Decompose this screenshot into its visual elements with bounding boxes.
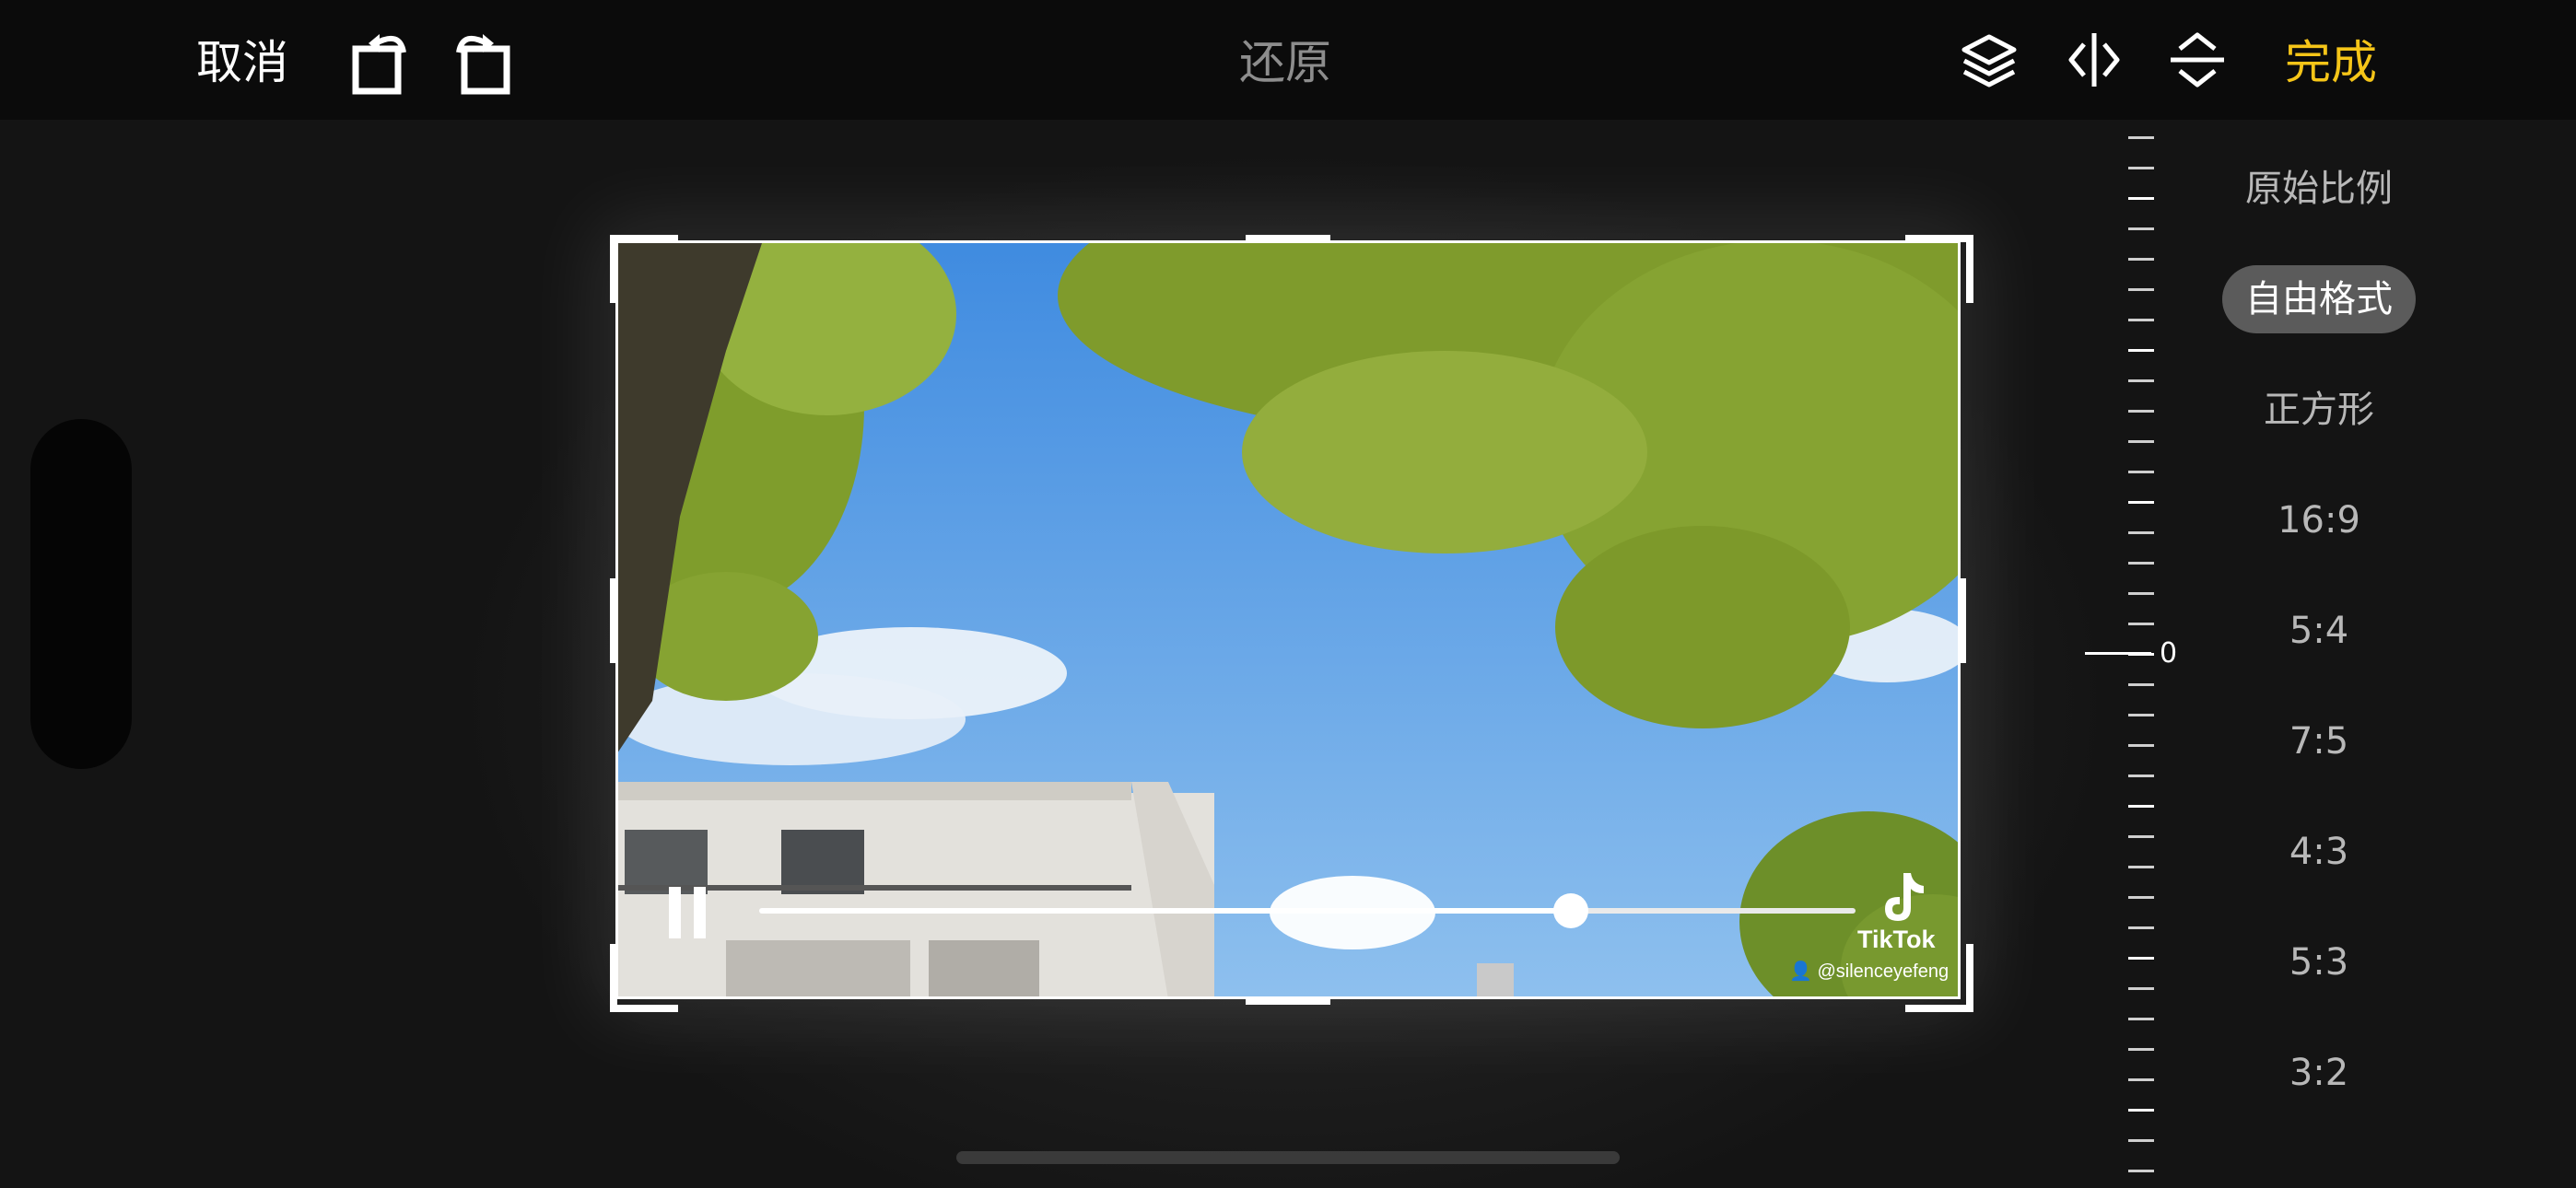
ruler-tick bbox=[2128, 987, 2154, 990]
ruler-tick bbox=[2128, 410, 2154, 413]
ruler-tick bbox=[2128, 227, 2154, 230]
ruler-tick bbox=[2128, 1170, 2154, 1172]
ruler-tick bbox=[2128, 896, 2154, 899]
ratio-option-original[interactable]: 原始比例 bbox=[2222, 161, 2416, 216]
playback-progress bbox=[759, 908, 1571, 914]
layers-icon[interactable] bbox=[1959, 31, 2020, 90]
ruler-tick bbox=[2128, 623, 2154, 625]
ratio-option-square[interactable]: 正方形 bbox=[2222, 382, 2416, 437]
crop-handle-bottom-left[interactable] bbox=[610, 944, 678, 1012]
cancel-button[interactable]: 取消 bbox=[196, 35, 288, 90]
ruler-tick bbox=[2128, 957, 2154, 960]
ruler-tick bbox=[2128, 592, 2154, 595]
ratio-option-7-5[interactable]: 7:5 bbox=[2222, 714, 2416, 769]
ratio-option-4-3[interactable]: 4:3 bbox=[2222, 824, 2416, 879]
crop-handle-right[interactable] bbox=[1959, 578, 1966, 663]
rotation-angle-label: 0 bbox=[2160, 637, 2178, 670]
scrubber-thumb[interactable] bbox=[1552, 893, 1588, 928]
crop-handle-top-right[interactable] bbox=[1905, 235, 1973, 303]
crop-handle-top-left[interactable] bbox=[610, 235, 678, 303]
crop-handle-top[interactable] bbox=[1246, 235, 1330, 242]
tiktok-watermark-brand: TikTok bbox=[1857, 926, 1936, 953]
ruler-tick bbox=[2128, 1139, 2154, 1142]
rotation-indicator bbox=[2085, 652, 2151, 655]
ruler-tick bbox=[2128, 683, 2154, 686]
ratio-option-freeform[interactable]: 自由格式 bbox=[2222, 265, 2416, 333]
tiktok-username: @silenceyefeng bbox=[1817, 961, 1950, 982]
ruler-tick bbox=[2128, 562, 2154, 565]
ruler-tick bbox=[2128, 288, 2154, 291]
rotate-right-icon[interactable] bbox=[448, 23, 514, 97]
side-handle[interactable] bbox=[30, 419, 132, 769]
ruler-tick bbox=[2128, 531, 2154, 534]
ratio-option-16-9[interactable]: 16:9 bbox=[2222, 493, 2416, 548]
tiktok-logo-icon bbox=[1885, 873, 1924, 921]
ruler-tick bbox=[2128, 926, 2154, 929]
ratio-option-5-3[interactable]: 5:3 bbox=[2222, 935, 2416, 990]
ruler-tick bbox=[2128, 1048, 2154, 1051]
ruler-tick bbox=[2128, 1018, 2154, 1020]
ruler-tick bbox=[2128, 1109, 2154, 1112]
user-icon: 👤 bbox=[1789, 961, 1812, 982]
ruler-tick bbox=[2128, 744, 2154, 747]
ruler-tick bbox=[2128, 258, 2154, 261]
video-frame bbox=[615, 240, 1961, 999]
ruler-tick bbox=[2128, 835, 2154, 838]
ruler-tick bbox=[2128, 319, 2154, 321]
ratio-option-3-2[interactable]: 3:2 bbox=[2222, 1045, 2416, 1101]
ruler-tick bbox=[2128, 714, 2154, 716]
ruler-tick bbox=[2128, 136, 2154, 139]
ruler-tick bbox=[2128, 197, 2154, 200]
ruler-tick bbox=[2128, 775, 2154, 777]
flip-horizontal-icon[interactable] bbox=[2064, 29, 2125, 90]
ruler-tick bbox=[2128, 805, 2154, 808]
ruler-tick bbox=[2128, 167, 2154, 169]
rotate-left-icon[interactable] bbox=[348, 23, 415, 97]
ruler-tick bbox=[2128, 866, 2154, 868]
pause-button[interactable] bbox=[669, 887, 709, 938]
ruler-tick bbox=[2128, 349, 2154, 352]
crop-handle-left[interactable] bbox=[610, 578, 617, 663]
flip-vertical-icon[interactable] bbox=[2167, 28, 2228, 92]
ruler-tick bbox=[2128, 440, 2154, 443]
ruler-tick bbox=[2128, 1078, 2154, 1081]
home-indicator[interactable] bbox=[956, 1151, 1620, 1164]
ruler-tick bbox=[2128, 471, 2154, 473]
video-crop-area[interactable] bbox=[615, 240, 1961, 999]
ruler-tick bbox=[2128, 501, 2154, 504]
crop-handle-bottom[interactable] bbox=[1246, 997, 1330, 1005]
tiktok-watermark-user: 👤 @silenceyefeng bbox=[1789, 960, 1949, 983]
ruler-tick bbox=[2128, 379, 2154, 382]
done-button[interactable]: 完成 bbox=[2285, 35, 2377, 90]
ratio-option-5-4[interactable]: 5:4 bbox=[2222, 603, 2416, 658]
restore-button[interactable]: 还原 bbox=[1239, 35, 1331, 90]
